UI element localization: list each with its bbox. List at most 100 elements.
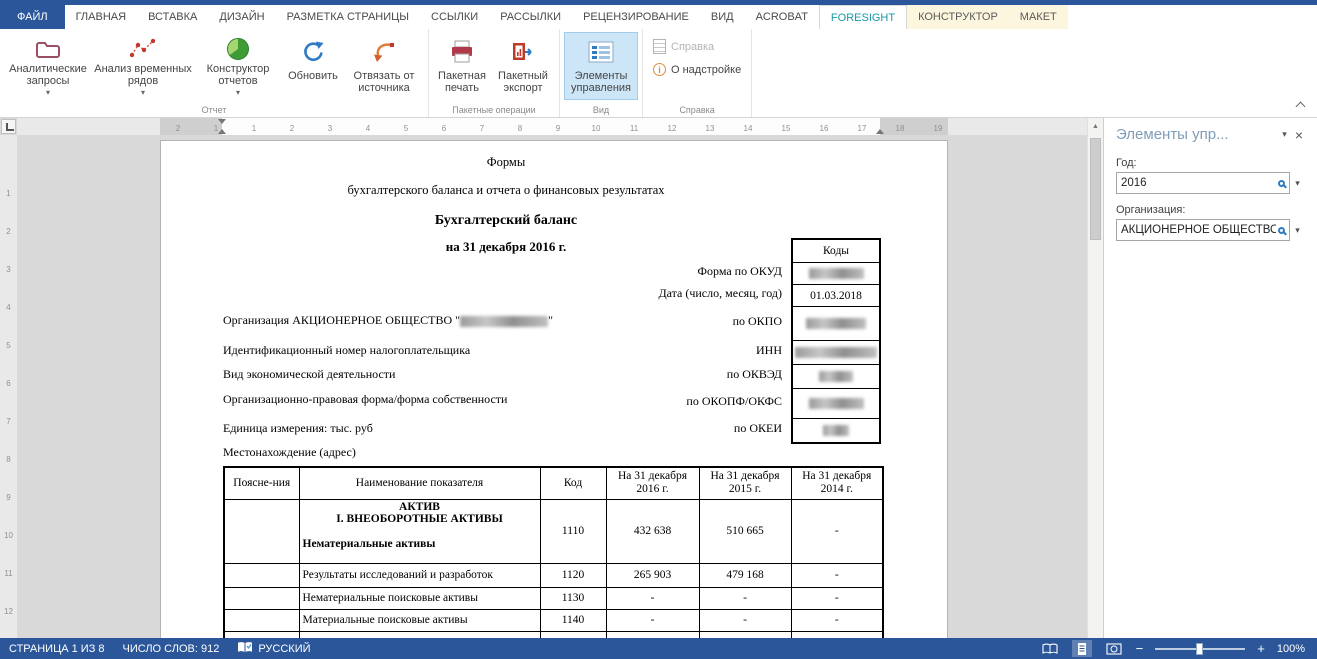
zoom-level[interactable]: 100% [1277, 643, 1305, 655]
okpo-value-cell [793, 306, 879, 340]
header-2015: На 31 декабря 2015 г. [699, 467, 791, 499]
tab-acrobat[interactable]: ACROBAT [745, 5, 819, 29]
tab-file[interactable]: ФАЙЛ [0, 5, 65, 29]
vertical-scrollbar[interactable]: ▲ [1087, 118, 1103, 638]
value-2015-cell: 135 800 [699, 631, 791, 638]
ribbon-group-view: Элементы управления Вид [560, 29, 643, 117]
group-label-report: Отчет [0, 105, 428, 115]
code-cell: 1120 [540, 563, 606, 587]
explanations-cell [224, 631, 299, 638]
tab-references[interactable]: ССЫЛКИ [420, 5, 489, 29]
pane-header: Элементы упр... ▾ × [1116, 126, 1305, 143]
tab-home[interactable]: ГЛАВНАЯ [65, 5, 137, 29]
tab-view[interactable]: ВИД [700, 5, 745, 29]
batch-print-button[interactable]: Пакетная печать [433, 32, 491, 100]
year-input[interactable]: 2016 [1116, 172, 1290, 194]
scroll-up-icon[interactable]: ▲ [1088, 118, 1103, 134]
codes-table: Коды 01.03.2018 [791, 238, 881, 444]
organization-line: Организация АКЦИОНЕРНОЕ ОБЩЕСТВО "" [223, 313, 553, 328]
chevron-down-icon[interactable]: ▾ [1290, 178, 1305, 189]
controls-button[interactable]: Элементы управления [564, 32, 638, 100]
left-indent-marker[interactable] [218, 129, 226, 134]
indicator-cell: Материальные поисковые активы [299, 609, 540, 631]
right-indent-marker[interactable] [876, 129, 884, 134]
collapse-ribbon-button[interactable] [1291, 97, 1309, 111]
language-indicator[interactable]: РУССКИЙ [228, 641, 319, 657]
okved-value-cell [793, 364, 879, 388]
tab-table-design[interactable]: КОНСТРУКТОР [907, 5, 1009, 29]
horizontal-ruler: 2112345678910111213141516171819 [17, 118, 1087, 135]
tab-mailings[interactable]: РАССЫЛКИ [489, 5, 572, 29]
inn-value-cell [793, 340, 879, 364]
first-line-indent-marker[interactable] [218, 119, 226, 124]
header-2014: На 31 декабря 2014 г. [791, 467, 883, 499]
value-2016-cell: - [606, 609, 699, 631]
tab-stop-selector[interactable] [1, 119, 16, 134]
tab-table-layout[interactable]: МАКЕТ [1009, 5, 1068, 29]
pane-menu-arrow-icon[interactable]: ▾ [1276, 129, 1293, 140]
group-label-batch: Пакетные операции [429, 105, 559, 115]
dropdown-arrow-icon: ▾ [46, 87, 50, 99]
value-2015-cell: - [699, 587, 791, 609]
tab-review[interactable]: РЕЦЕНЗИРОВАНИЕ [572, 5, 700, 29]
explanations-cell [224, 499, 299, 563]
read-mode-button[interactable] [1040, 640, 1060, 657]
organization-input[interactable]: АКЦИОНЕРНОЕ ОБЩЕСТВО [1116, 219, 1290, 241]
redacted-value [809, 268, 864, 279]
page-indicator[interactable]: СТРАНИЦА 1 ИЗ 8 [0, 643, 114, 655]
chevron-down-icon[interactable]: ▾ [1290, 225, 1305, 236]
zoom-out-button[interactable]: − [1136, 642, 1144, 655]
refresh-button[interactable]: Обновить [282, 32, 344, 100]
search-icon [1278, 227, 1285, 234]
unit-line: Единица измерения: тыс. руб [223, 421, 373, 436]
value-2016-cell: 265 903 [606, 563, 699, 587]
about-button[interactable]: i О надстройке [647, 59, 747, 80]
batch-export-button[interactable]: Пакетный экспорт [491, 32, 555, 100]
year-field: Год: 2016 ▾ [1116, 157, 1305, 194]
proofing-book-icon [237, 641, 253, 657]
table-row: Материальные поисковые активы 1140 - - - [224, 609, 883, 631]
okud-label: Форма по ОКУД [462, 264, 782, 279]
ribbon-group-report: Аналитические запросы ▾ Анализ временных… [0, 29, 429, 117]
explanations-cell [224, 587, 299, 609]
balance-table: Поясне-ния Наименование показателя Код Н… [223, 466, 884, 638]
okved-label: по ОКВЭД [462, 367, 782, 382]
value-2014-cell: - [791, 631, 883, 638]
zoom-in-button[interactable]: + [1257, 642, 1265, 655]
okei-label: по ОКЕИ [462, 421, 782, 436]
print-layout-button[interactable] [1072, 640, 1092, 657]
ribbon-tab-bar: ФАЙЛ ГЛАВНАЯ ВСТАВКА ДИЗАЙН РАЗМЕТКА СТР… [0, 5, 1317, 29]
tab-page-layout[interactable]: РАЗМЕТКА СТРАНИЦЫ [276, 5, 420, 29]
organization-combobox[interactable]: АКЦИОНЕРНОЕ ОБЩЕСТВО ▾ [1116, 219, 1305, 241]
document-page[interactable]: Формы бухгалтерского баланса и отчета о … [160, 140, 948, 638]
help-button[interactable]: Справка [647, 36, 747, 57]
v-ruler-numbers: 12345678910111213 [0, 175, 17, 638]
ribbon: Аналитические запросы ▾ Анализ временных… [0, 29, 1317, 118]
zoom-slider-thumb[interactable] [1196, 643, 1203, 655]
year-combobox[interactable]: 2016 ▾ [1116, 172, 1305, 194]
tab-design[interactable]: ДИЗАЙН [208, 5, 275, 29]
document-view: Формы бухгалтерского баланса и отчета о … [17, 135, 1087, 638]
unlink-source-button[interactable]: Отвязать от источника [344, 32, 424, 100]
scrollbar-thumb[interactable] [1090, 138, 1101, 240]
tab-foresight[interactable]: FORESIGHT [819, 5, 907, 29]
code-cell: 1150 [540, 631, 606, 638]
tab-insert[interactable]: ВСТАВКА [137, 5, 208, 29]
chevron-up-icon [1295, 101, 1305, 111]
pane-title: Элементы упр... [1116, 126, 1276, 143]
report-builder-button[interactable]: Конструктор отчетов ▾ [194, 32, 282, 100]
zoom-slider[interactable] [1155, 648, 1245, 650]
batch-export-icon [511, 37, 535, 67]
unlink-source-icon [372, 37, 396, 67]
time-series-button[interactable]: Анализ временных рядов ▾ [92, 32, 194, 100]
help-icon [653, 39, 666, 54]
year-label: Год: [1116, 157, 1305, 169]
value-2015-cell: 479 168 [699, 563, 791, 587]
pane-close-icon[interactable]: × [1293, 127, 1305, 143]
word-count[interactable]: ЧИСЛО СЛОВ: 912 [114, 643, 229, 655]
value-2015-cell: 510 665 [699, 499, 791, 563]
analytic-queries-button[interactable]: Аналитические запросы ▾ [4, 32, 92, 100]
report-builder-icon [227, 37, 249, 60]
indicator-cell: Результаты исследований и разработок [299, 563, 540, 587]
web-layout-button[interactable] [1104, 640, 1124, 657]
